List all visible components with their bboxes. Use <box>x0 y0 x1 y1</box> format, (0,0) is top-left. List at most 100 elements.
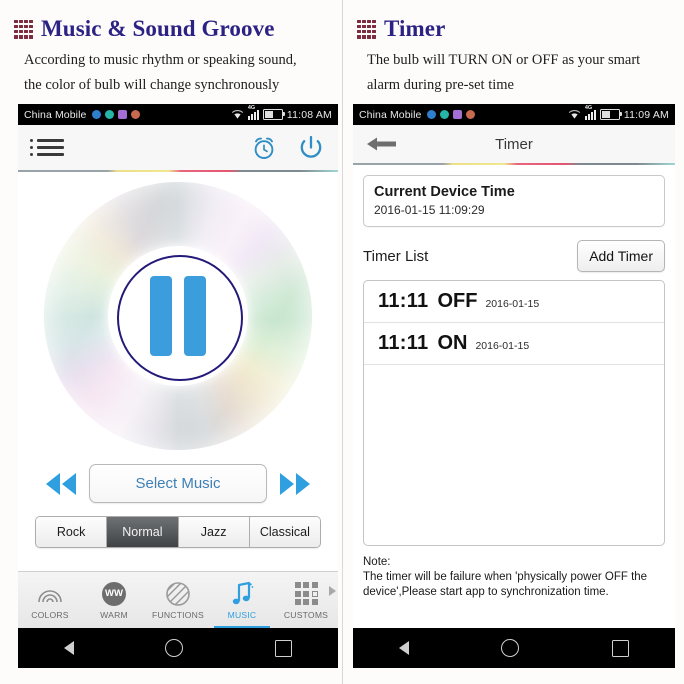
right-status-bar: China Mobile 4G 11:09 AM <box>353 104 675 125</box>
striped-circle-icon <box>165 581 191 607</box>
status-right: 4G 11:08 AM <box>231 105 332 121</box>
app-toolbar <box>18 125 338 170</box>
music-mode-segmented-control[interactable]: Rock Normal Jazz Classical <box>35 516 321 548</box>
mode-rock[interactable]: Rock <box>36 517 108 547</box>
right-description-line1: The bulb will TURN ON or OFF as your sma… <box>367 52 641 68</box>
tab-music[interactable]: MUSIC <box>210 572 274 628</box>
mode-jazz[interactable]: Jazz <box>178 517 250 547</box>
left-android-navbar <box>18 628 338 668</box>
android-home-icon[interactable] <box>165 639 184 657</box>
list-menu-icon[interactable] <box>30 138 64 157</box>
android-back-icon[interactable] <box>399 641 410 655</box>
timer-screen: Timer Current Device Time 2016-01-15 11:… <box>353 125 675 668</box>
signal-icon: 4G <box>247 105 259 120</box>
android-recents-icon[interactable] <box>275 639 293 657</box>
music-note-icon <box>230 581 254 607</box>
table-row[interactable]: 11:11 ON 2016-01-15 <box>364 323 664 365</box>
chevron-right-icon[interactable] <box>329 586 336 596</box>
right-caption: Timer The bulb will TURN ON or OFF as yo… <box>343 0 684 98</box>
left-description: According to music rhythm or speaking so… <box>10 48 328 98</box>
rewind-icon[interactable] <box>39 467 83 501</box>
table-row[interactable]: 11:11 OFF 2016-01-15 <box>364 281 664 323</box>
note-block: Note: The timer will be failure when 'ph… <box>363 555 665 601</box>
fast-forward-icon[interactable] <box>273 467 317 501</box>
alarm-clock-icon[interactable] <box>250 134 278 162</box>
signal-icon: 4G <box>584 105 596 120</box>
topbar-gradient-divider <box>353 163 675 165</box>
android-home-icon[interactable] <box>501 639 520 657</box>
power-icon[interactable] <box>296 133 326 163</box>
timer-list-header: Timer List Add Timer <box>363 236 665 276</box>
right-phone-screenshot: China Mobile 4G 11:09 AM Timer Current D… <box>353 104 675 668</box>
left-phone-screenshot: China Mobile 4G 11:08 AM Select Music Ro… <box>18 104 338 668</box>
timer-date: 2016-01-15 <box>475 340 530 352</box>
timer-date: 2016-01-15 <box>485 298 540 310</box>
tab-customs-label: CUSTOMS <box>283 609 329 620</box>
notification-icons <box>92 110 141 119</box>
carrier-label: China Mobile <box>24 108 87 121</box>
mode-classical[interactable]: Classical <box>249 517 320 547</box>
notif-icon-1 <box>92 110 102 119</box>
transport-row: Select Music <box>39 464 317 503</box>
wifi-icon <box>568 109 581 120</box>
status-right: 4G 11:09 AM <box>568 105 669 121</box>
wifi-icon <box>231 109 244 120</box>
add-timer-button[interactable]: Add Timer <box>577 240 665 272</box>
right-android-navbar <box>353 628 675 668</box>
timer-screen-title: Timer <box>495 135 533 153</box>
carrier-label: China Mobile <box>359 108 422 121</box>
android-back-icon[interactable] <box>63 641 74 655</box>
status-time: 11:09 AM <box>623 108 669 121</box>
mode-normal[interactable]: Normal <box>107 517 179 547</box>
timer-time: 11:11 <box>378 290 429 312</box>
tab-functions[interactable]: FUNCTIONS <box>146 572 210 628</box>
timer-list-label: Timer List <box>363 247 429 265</box>
notif-icon-4 <box>131 110 141 119</box>
current-device-time-card: Current Device Time 2016-01-15 11:09:29 <box>363 175 665 227</box>
timer-topbar: Timer <box>353 125 675 163</box>
timer-state: OFF <box>437 290 478 312</box>
network-label: 4G <box>584 105 593 111</box>
left-description-line1: According to music rhythm or speaking so… <box>24 52 297 68</box>
right-panel-timer: Timer The bulb will TURN ON or OFF as yo… <box>342 0 684 684</box>
grid-icon <box>357 19 376 39</box>
tab-music-label: MUSIC <box>227 609 257 620</box>
page-title: Music & Sound Groove <box>41 16 275 41</box>
comparison-figure: Music & Sound Groove According to music … <box>0 0 684 684</box>
note-line2: device',Please start app to synchronizat… <box>363 586 609 599</box>
battery-icon <box>262 109 285 120</box>
timer-state: ON <box>437 332 468 354</box>
left-panel-music: Music & Sound Groove According to music … <box>0 0 342 684</box>
notif-icon-4 <box>466 110 476 119</box>
right-title-row: Timer <box>357 16 670 42</box>
note-label: Note: <box>363 556 391 568</box>
note-line1: The timer will be failure when 'physical… <box>363 571 648 584</box>
right-description: The bulb will TURN ON or OFF as your sma… <box>353 48 670 98</box>
tab-colors[interactable]: COLORS <box>18 572 82 628</box>
tab-customs[interactable]: CUSTOMS <box>274 572 338 628</box>
notif-icon-2 <box>440 110 450 119</box>
grid-squares-icon <box>294 581 318 607</box>
pause-button[interactable] <box>150 276 206 356</box>
tab-warm[interactable]: WW WARM <box>82 572 146 628</box>
tab-warm-label: WARM <box>100 609 128 620</box>
status-time: 11:08 AM <box>286 108 332 121</box>
left-status-bar: China Mobile 4G 11:08 AM <box>18 104 338 125</box>
select-music-button[interactable]: Select Music <box>89 464 267 503</box>
tab-colors-label: COLORS <box>31 609 69 620</box>
notification-icons <box>427 110 476 119</box>
rainbow-icon <box>36 581 64 607</box>
left-description-line2: the color of bulb will change synchronou… <box>24 76 280 93</box>
right-description-line2: alarm during pre-set time <box>367 76 514 93</box>
battery-icon <box>599 109 622 120</box>
notif-icon-3 <box>453 110 463 119</box>
timer-time: 11:11 <box>378 332 429 354</box>
cd-disc-icon[interactable] <box>44 182 312 450</box>
page-title: Timer <box>384 16 446 41</box>
android-recents-icon[interactable] <box>611 639 629 657</box>
timer-list[interactable]: 11:11 OFF 2016-01-15 11:11 ON 2016-01-15 <box>363 280 665 546</box>
ww-circle-icon: WW <box>102 581 126 607</box>
tab-functions-label: FUNCTIONS <box>152 609 204 620</box>
left-caption: Music & Sound Groove According to music … <box>0 0 342 98</box>
current-device-time-value: 2016-01-15 11:09:29 <box>374 203 485 217</box>
